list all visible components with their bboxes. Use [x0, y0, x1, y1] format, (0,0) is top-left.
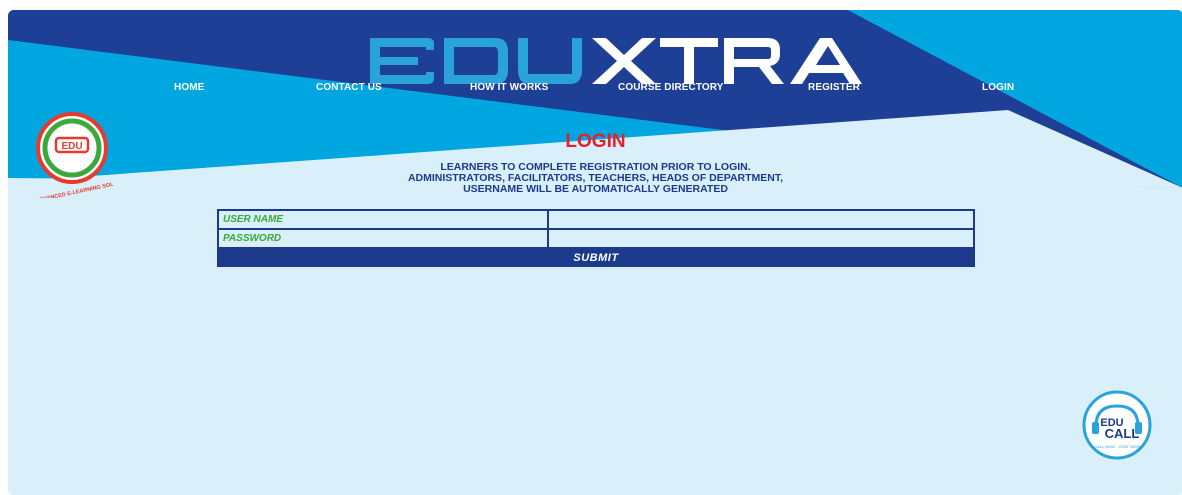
username-input[interactable]	[549, 211, 973, 228]
widget-main-text: CALL	[1105, 426, 1140, 441]
nav-register-link[interactable]: REGISTER	[808, 82, 860, 93]
nav-how-it-works-link[interactable]: HOW IT WORKS	[470, 82, 548, 93]
widget-sub-text: CALL NOW · CHAT NOW	[1094, 444, 1140, 449]
password-row: PASSWORD	[217, 228, 975, 249]
logo-edu-glyphs	[370, 38, 582, 84]
login-form: USER NAME PASSWORD SUBMIT	[217, 209, 975, 267]
logo-xtra-glyphs	[592, 38, 862, 84]
nav-contact-us-link[interactable]: CONTACT US	[316, 82, 382, 93]
registration-notice: LEARNERS TO COMPLETE REGISTRATION PRIOR …	[8, 162, 1182, 195]
nav-course-directory-link[interactable]: COURSE DIRECTORY	[618, 82, 724, 93]
eduxtra-logo	[370, 38, 862, 84]
username-row: USER NAME	[217, 209, 975, 228]
notice-line-3: USERNAME WILL BE AUTOMATICALLY GENERATED	[463, 183, 728, 195]
nav-home-link[interactable]: HOME	[174, 82, 204, 93]
edu-call-widget[interactable]: EDU CALL CALL NOW · CHAT NOW	[1074, 390, 1160, 460]
main-nav: HOME CONTACT US HOW IT WORKS COURSE DIRE…	[8, 82, 1182, 102]
page-frame: HOME CONTACT US HOW IT WORKS COURSE DIRE…	[8, 10, 1182, 495]
password-input[interactable]	[549, 230, 973, 247]
page-title: LOGIN	[565, 131, 626, 152]
submit-button[interactable]: SUBMIT	[217, 249, 975, 267]
nav-login-link[interactable]: LOGIN	[982, 82, 1014, 93]
password-label: PASSWORD	[219, 230, 549, 247]
username-label: USER NAME	[219, 211, 549, 228]
